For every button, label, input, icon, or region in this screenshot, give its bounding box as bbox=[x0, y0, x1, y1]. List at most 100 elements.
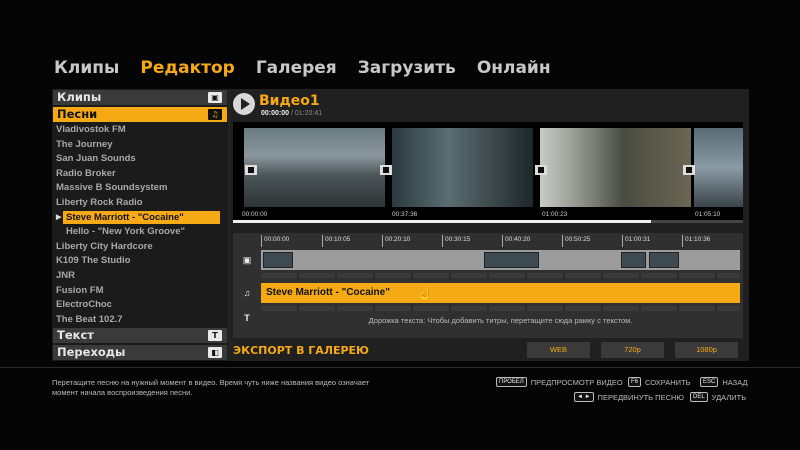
video-track[interactable] bbox=[261, 250, 740, 270]
song-item[interactable]: K109 The Studio bbox=[52, 254, 228, 269]
tick-label: 00:50:25 bbox=[562, 235, 590, 247]
hint-save[interactable]: F6 СОХРАНИТЬ bbox=[628, 377, 691, 387]
sidebar-header-label: Текст bbox=[57, 328, 94, 342]
audio-track[interactable]: Steve Marriott - "Cocaine" ☝ bbox=[261, 283, 740, 303]
video-clip[interactable] bbox=[621, 252, 646, 268]
sidebar-header-clips[interactable]: Клипы ▣ bbox=[53, 90, 227, 105]
music-note-icon: ♫ bbox=[208, 109, 222, 120]
thumb-time: 00:37:36 bbox=[392, 211, 418, 218]
sidebar-header-transitions[interactable]: Переходы ◧ bbox=[53, 345, 227, 360]
song-item[interactable]: Liberty City Hardcore bbox=[52, 240, 228, 255]
song-item-label: Steve Marriott - "Cocaine" bbox=[63, 210, 220, 224]
text-icon: T bbox=[208, 330, 222, 341]
tab-gallery[interactable]: Галерея bbox=[256, 58, 337, 78]
film-icon bbox=[683, 165, 695, 175]
sidebar: Клипы ▣ Песни ♫ Vladivostok FM The Journ… bbox=[52, 89, 228, 361]
song-item[interactable]: The Beat 102.7 bbox=[52, 313, 228, 328]
sidebar-header-songs[interactable]: Песни ♫ bbox=[53, 107, 227, 122]
track-separator bbox=[261, 273, 740, 278]
song-item[interactable]: Liberty Rock Radio bbox=[52, 196, 228, 211]
preview-strip[interactable]: 00:00:00 00:37:36 01:00:23 01:05:10 bbox=[233, 122, 743, 223]
text-track-hint: Дорожка текста: Чтобы добавить титры, пе… bbox=[368, 316, 633, 325]
thumb-time: 01:00:23 bbox=[542, 211, 568, 218]
video-time: 00:00:00 / 01:20:41 bbox=[261, 110, 322, 117]
timeline-ruler: 00:00:00 00:10:05 00:20:10 00:30:15 00:4… bbox=[261, 235, 740, 247]
film-icon bbox=[535, 165, 547, 175]
song-item[interactable]: Vladivostok FM bbox=[52, 123, 228, 138]
video-clip[interactable] bbox=[649, 252, 679, 268]
timeline: 00:00:00 00:10:05 00:20:10 00:30:15 00:4… bbox=[233, 233, 743, 338]
export-720p-button[interactable]: 720p bbox=[601, 342, 664, 358]
hint-label: ПЕРЕДВИНУТЬ ПЕСНЮ bbox=[597, 392, 684, 402]
tick-label: 01:10:36 bbox=[682, 235, 710, 247]
hint-label: ПРЕДПРОСМОТР ВИДЕО bbox=[530, 377, 623, 387]
song-item[interactable]: Radio Broker bbox=[52, 167, 228, 182]
tick-label: 00:20:10 bbox=[382, 235, 410, 247]
song-item[interactable]: Fusion FM bbox=[52, 284, 228, 299]
playback-progress-fill bbox=[233, 220, 652, 223]
song-item[interactable]: Hello - "New York Groove" bbox=[52, 225, 228, 240]
tick-label: 00:00:00 bbox=[261, 235, 289, 247]
audio-clip-label: Steve Marriott - "Cocaine" bbox=[266, 287, 390, 298]
key-badge: ESC bbox=[700, 377, 719, 387]
film-icon: ▣ bbox=[208, 92, 222, 103]
thumb-time: 00:00:00 bbox=[242, 211, 268, 218]
tab-clips[interactable]: Клипы bbox=[54, 58, 119, 78]
film-icon: ▣ bbox=[242, 255, 252, 265]
tick-label: 00:30:15 bbox=[442, 235, 470, 247]
tab-editor[interactable]: Редактор bbox=[140, 58, 234, 78]
song-item[interactable]: Massive B Soundsystem bbox=[52, 181, 228, 196]
hint-label: УДАЛИТЬ bbox=[711, 392, 747, 402]
key-badge: ПРОБЕЛ bbox=[496, 377, 527, 387]
triangle-right-icon: ▶ bbox=[56, 213, 62, 221]
sidebar-header-text[interactable]: Текст T bbox=[53, 328, 227, 343]
key-badge: DEL bbox=[690, 392, 708, 402]
music-note-icon: ♫ bbox=[243, 288, 251, 298]
hint-preview[interactable]: ПРОБЕЛ ПРЕДПРОСМОТР ВИДЕО bbox=[496, 377, 623, 387]
song-item[interactable]: The Journey bbox=[52, 138, 228, 153]
tick-label: 01:00:31 bbox=[622, 235, 650, 247]
video-title: Видео1 bbox=[259, 93, 320, 109]
track-separator bbox=[261, 306, 740, 311]
footer: Перетащите песню на нужный момент в виде… bbox=[0, 367, 800, 407]
tick-label: 00:10:05 bbox=[322, 235, 350, 247]
export-1080p-button[interactable]: 1080p bbox=[675, 342, 738, 358]
export-web-button[interactable]: WEB bbox=[527, 342, 590, 358]
video-thumbnail bbox=[694, 128, 743, 207]
hint-label: НАЗАД bbox=[722, 377, 748, 387]
video-clip[interactable] bbox=[484, 252, 539, 268]
film-icon bbox=[245, 165, 257, 175]
video-thumbnail bbox=[392, 128, 533, 207]
top-nav: Клипы Редактор Галерея Загрузить Онлайн bbox=[54, 56, 551, 80]
current-time: 00:00:00 bbox=[261, 110, 290, 117]
arrow-keys-icon: ◄ ► bbox=[574, 392, 594, 402]
editor-panel: Клипы ▣ Песни ♫ Vladivostok FM The Journ… bbox=[52, 89, 749, 361]
hint-move-song[interactable]: ◄ ► ПЕРЕДВИНУТЬ ПЕСНЮ bbox=[574, 392, 684, 402]
sidebar-header-label: Песни bbox=[57, 107, 98, 121]
thumb-time: 01:05:10 bbox=[695, 211, 721, 218]
tick-label: 00:40:20 bbox=[502, 235, 530, 247]
hint-back[interactable]: ESC НАЗАД bbox=[700, 377, 748, 387]
play-button[interactable] bbox=[233, 93, 255, 115]
sidebar-header-label: Клипы bbox=[57, 90, 102, 104]
hand-cursor-icon: ☝ bbox=[417, 286, 434, 301]
help-text: Перетащите песню на нужный момент в виде… bbox=[52, 378, 370, 397]
video-clip[interactable] bbox=[263, 252, 293, 268]
hint-label: СОХРАНИТЬ bbox=[645, 377, 691, 387]
song-item[interactable]: JNR bbox=[52, 269, 228, 284]
key-badge: F6 bbox=[628, 377, 642, 387]
song-item-selected[interactable]: ▶ Steve Marriott - "Cocaine" bbox=[52, 210, 228, 226]
playback-progress[interactable] bbox=[233, 220, 743, 223]
total-time: / 01:20:41 bbox=[290, 110, 323, 117]
tab-upload[interactable]: Загрузить bbox=[358, 58, 456, 78]
tab-online[interactable]: Онлайн bbox=[477, 58, 551, 78]
sidebar-header-label: Переходы bbox=[57, 345, 126, 359]
film-icon bbox=[380, 165, 392, 175]
song-list: Vladivostok FM The Journey San Juan Soun… bbox=[52, 123, 228, 327]
video-thumbnail bbox=[244, 128, 385, 207]
song-item[interactable]: San Juan Sounds bbox=[52, 152, 228, 167]
hint-delete[interactable]: DEL УДАЛИТЬ bbox=[690, 392, 746, 402]
song-item[interactable]: ElectroChoc bbox=[52, 298, 228, 313]
video-thumbnail bbox=[540, 128, 691, 207]
text-icon: T bbox=[244, 313, 250, 323]
